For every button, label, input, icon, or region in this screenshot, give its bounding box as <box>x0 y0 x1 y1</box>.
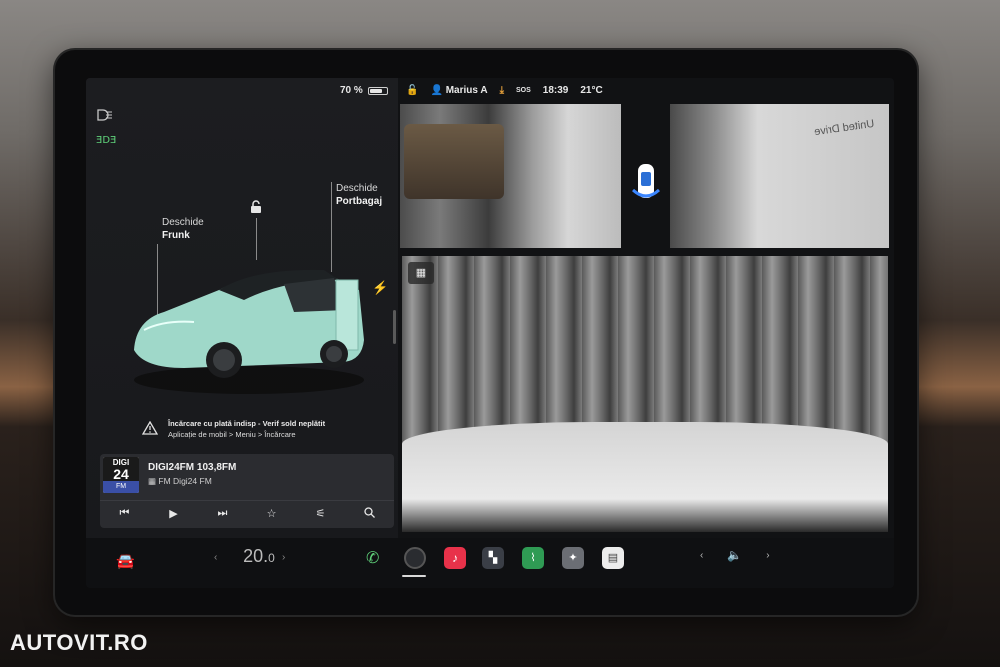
panel-scrollbar[interactable] <box>393 310 396 344</box>
user-profile[interactable]: 👤 Marius A <box>430 85 487 96</box>
calendar-icon[interactable]: ▤ <box>602 547 624 569</box>
camera-layout-icon[interactable]: ▦ <box>408 262 434 284</box>
music-icon[interactable]: ♪ <box>444 547 466 569</box>
car-icon[interactable]: 🚘 <box>116 552 138 574</box>
charging-bolt-icon: ⚡ <box>372 280 389 295</box>
battery-percent: 70 % <box>340 85 363 96</box>
cabin-temperature[interactable]: 20.0 <box>214 546 304 567</box>
phone-icon[interactable]: ✆ <box>366 548 388 570</box>
charging-warning[interactable]: Încărcare cu plată indisp - Verif sold n… <box>141 412 362 446</box>
volume-down-icon[interactable]: ‹ <box>700 550 703 561</box>
clock: 18:39 <box>542 84 569 96</box>
right-repeater-camera[interactable]: United Drive <box>670 104 889 248</box>
camera-icon[interactable] <box>404 547 426 569</box>
user-icon: 👤 <box>430 84 446 96</box>
sos-icon[interactable]: SOS <box>516 87 531 94</box>
apps-icon[interactable]: ▚ <box>482 547 504 569</box>
vehicle-panel: 70 % ƎDƎ Deschide Frunk Deschide Portbag… <box>86 78 398 538</box>
svg-text:ƎDƎ: ƎDƎ <box>96 135 116 146</box>
battery-icon <box>367 86 388 95</box>
headlights-icon[interactable] <box>96 108 116 122</box>
active-app-indicator <box>402 575 426 577</box>
play-icon[interactable]: ▶ <box>163 507 185 520</box>
touchscreen: 70 % ƎDƎ Deschide Frunk Deschide Portbag… <box>86 78 894 588</box>
vehicle-model[interactable] <box>124 250 374 400</box>
station-source: ▦ FM Digi24 FM <box>148 476 212 486</box>
media-player: DIGI 24 FM DIGI24FM 103,8FM ▦ FM Digi24 F… <box>100 454 394 528</box>
temp-up-icon[interactable]: › <box>282 552 285 563</box>
rear-camera-floor <box>402 422 888 532</box>
trunk-label[interactable]: Deschide Portbagaj <box>336 182 382 208</box>
volume-icon[interactable]: 🔈 <box>727 548 742 562</box>
left-repeater-camera[interactable] <box>400 104 621 248</box>
volume-control: ‹ 🔈 › <box>700 548 770 562</box>
equalizer-icon[interactable]: ⚟ <box>310 507 332 520</box>
edge-lights-icon[interactable]: ƎDƎ <box>96 132 116 146</box>
energy-icon[interactable]: ⌇ <box>522 547 544 569</box>
lock-status-icon[interactable]: 🔓 <box>406 85 418 96</box>
previous-icon[interactable]: ⏮ <box>114 507 136 520</box>
car-topview-icon <box>632 164 660 198</box>
outside-temperature: 21°C <box>580 84 603 96</box>
media-controls: ⏮ ▶ ⏭ ☆ ⚟ <box>100 500 394 526</box>
warning-subtitle: Aplicație de mobil > Meniu > Încărcare <box>168 430 296 439</box>
warning-icon <box>141 420 159 438</box>
toybox-icon[interactable]: ✦ <box>562 547 584 569</box>
favorite-star-icon[interactable]: ☆ <box>261 507 283 520</box>
rear-camera[interactable]: ▦ <box>402 256 888 532</box>
watermark-logo: AUTOVIT.RO <box>10 630 148 655</box>
top-status-bar: 🔓 👤 Marius A ⤓ SOS 18:39 21°C <box>398 78 894 102</box>
station-logo: DIGI 24 FM <box>103 457 139 493</box>
battery-status: 70 % <box>340 85 388 96</box>
station-name: DIGI24FM 103,8FM <box>148 462 237 473</box>
radio-icon: ▦ <box>148 476 159 486</box>
warning-title: Încărcare cu plată indisp - Verif sold n… <box>168 419 326 428</box>
volume-up-icon[interactable]: › <box>766 550 769 561</box>
search-icon[interactable] <box>359 506 381 521</box>
camera-vehicle-view <box>404 124 504 199</box>
download-icon[interactable]: ⤓ <box>500 85 504 96</box>
frunk-label[interactable]: Deschide Frunk <box>162 216 204 242</box>
unlock-icon[interactable] <box>249 200 263 214</box>
next-icon[interactable]: ⏭ <box>212 507 234 520</box>
